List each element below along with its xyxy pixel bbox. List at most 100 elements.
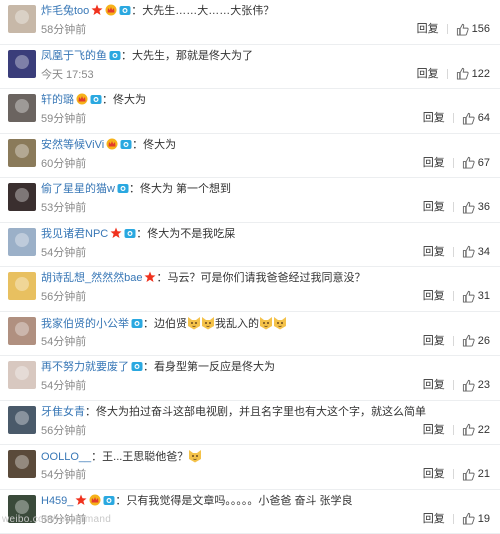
star-badge: [75, 494, 87, 506]
username-link[interactable]: H459_: [41, 495, 73, 507]
thumbs-up-icon: [462, 290, 475, 303]
username-link[interactable]: OOLLO__: [41, 451, 91, 463]
avatar[interactable]: [8, 272, 36, 300]
username-link[interactable]: 我家伯贤的小公举: [41, 318, 129, 330]
divider: [453, 469, 454, 479]
like-button[interactable]: 64: [462, 111, 490, 125]
comment-line: 我见诸君NPC ：佟大为不是我吃屎: [41, 227, 490, 241]
comment-text: ：大先生，那就是佟大为了: [121, 50, 253, 62]
like-count: 67: [478, 156, 490, 170]
avatar[interactable]: [8, 94, 36, 122]
username-link[interactable]: 炸毛兔too: [41, 5, 89, 17]
comment-text: ：只有我觉得是文章吗。。。。。小爸爸 奋斗 张学良: [115, 495, 352, 507]
comment-text: ：佟大为: [102, 94, 146, 106]
comment-text: ：看身型第一反应是佟大为: [143, 361, 275, 373]
comment-actions: 回复 67: [423, 156, 490, 170]
camera-badge: [120, 138, 132, 150]
like-button[interactable]: 23: [462, 378, 490, 392]
avatar[interactable]: [8, 361, 36, 389]
like-button[interactable]: 36: [462, 200, 490, 214]
like-button[interactable]: 34: [462, 245, 490, 259]
avatar[interactable]: [8, 406, 36, 434]
username-link[interactable]: 牙隹女青: [41, 406, 85, 418]
thumbs-up-icon: [462, 512, 475, 525]
thumbs-up-icon: [456, 23, 469, 36]
thumbs-up-icon: [462, 245, 475, 258]
like-button[interactable]: 67: [462, 156, 490, 170]
reply-button[interactable]: 回复: [423, 289, 445, 303]
avatar[interactable]: [8, 317, 36, 345]
comment-list: 炸毛兔too：大先生……大……大张伟？58分钟前回复156凤凰于飞的鱼：大先生，…: [0, 0, 500, 534]
comment-item: 我家伯贤的小公举：边伯贤我乱入的 54分钟前 回复 26: [0, 312, 500, 357]
avatar[interactable]: [8, 5, 36, 33]
divider: [453, 158, 454, 168]
like-count: 19: [478, 512, 490, 526]
vip-crown-badge: [89, 494, 101, 506]
reply-button[interactable]: 回复: [417, 22, 439, 36]
username-link[interactable]: 再不努力就要废了: [41, 361, 129, 373]
comment-line: 凤凰于飞的鱼 ：大先生，那就是佟大为了: [41, 49, 490, 63]
avatar[interactable]: [8, 183, 36, 211]
comment-line: 胡诗乱想_然然然bae ：马云？可是你们请我爸爸经过我同意没？: [41, 271, 490, 285]
reply-button[interactable]: 回复: [423, 156, 445, 170]
camera-badge: [90, 93, 102, 105]
reply-button[interactable]: 回复: [417, 67, 439, 81]
like-button[interactable]: 31: [462, 289, 490, 303]
comment-time: 54分钟前: [41, 335, 86, 349]
like-button[interactable]: 26: [462, 334, 490, 348]
avatar[interactable]: [8, 50, 36, 78]
comment-text-continued: 我乱入的: [215, 318, 259, 330]
like-button[interactable]: 21: [462, 467, 490, 481]
username-link[interactable]: 凤凰于飞的鱼: [41, 50, 107, 62]
comment-actions: 回复 64: [423, 111, 490, 125]
comment-text: ：佟大为不是我吃屎: [136, 228, 235, 240]
reply-button[interactable]: 回复: [423, 378, 445, 392]
reply-button[interactable]: 回复: [423, 111, 445, 125]
comment-actions: 回复 36: [423, 200, 490, 214]
comment-time: 58分钟前: [41, 23, 86, 37]
like-count: 22: [478, 423, 490, 437]
comment-line: 再不努力就要废了 ：看身型第一反应是佟大为: [41, 360, 490, 374]
comment-time: 60分钟前: [41, 157, 86, 171]
like-button[interactable]: 22: [462, 423, 490, 437]
username-link[interactable]: 偷了星星的猫w: [41, 183, 115, 195]
comment-actions: 回复 22: [423, 423, 490, 437]
comment-item: 牙隹女青：佟大为拍过奋斗这部电视剧，并且名字里也有大这个字，就这么简单 56分钟前…: [0, 401, 500, 446]
reply-button[interactable]: 回复: [423, 334, 445, 348]
like-button[interactable]: 19: [462, 512, 490, 526]
vip-crown-badge: [76, 93, 88, 105]
like-count: 34: [478, 245, 490, 259]
avatar[interactable]: [8, 450, 36, 478]
comment-line: H459_ ：只有我觉得是文章吗。。。。。小爸爸 奋斗 张学良: [41, 494, 490, 508]
comment-line: 偷了星星的猫w：佟大为 第一个想到: [41, 182, 490, 196]
avatar[interactable]: [8, 228, 36, 256]
comment-actions: 回复 23: [423, 378, 490, 392]
reply-button[interactable]: 回复: [423, 423, 445, 437]
thumbs-up-icon: [462, 112, 475, 125]
like-button[interactable]: 156: [456, 22, 490, 36]
username-link[interactable]: 我见诸君NPC: [41, 228, 108, 240]
reply-button[interactable]: 回复: [423, 512, 445, 526]
star-badge: [144, 271, 156, 283]
comment-line: 我家伯贤的小公举：边伯贤我乱入的: [41, 316, 490, 331]
comment-item: 我见诸君NPC：佟大为不是我吃屎54分钟前回复34: [0, 223, 500, 268]
comment-time: 56分钟前: [41, 290, 86, 304]
comment-text: ：佟大为拍过奋斗这部电视剧，并且名字里也有大这个字，就这么简单: [85, 406, 426, 418]
like-button[interactable]: 122: [456, 67, 490, 81]
cat-face-emoji-icon: [201, 316, 215, 330]
username-link[interactable]: 安然等候ViVi: [41, 139, 104, 151]
comment-text: ：马云？可是你们请我爸爸经过我同意没？: [156, 272, 365, 284]
username-link[interactable]: 胡诗乱想_然然然bae: [41, 272, 142, 284]
username-link[interactable]: 轩的璐: [41, 94, 74, 106]
reply-button[interactable]: 回复: [423, 467, 445, 481]
reply-button[interactable]: 回复: [423, 200, 445, 214]
comment-line: 安然等候ViVi：佟大为: [41, 138, 490, 152]
comment-time: 59分钟前: [41, 112, 86, 126]
avatar[interactable]: [8, 139, 36, 167]
cat-face-emoji-icon: [188, 449, 202, 463]
like-count: 122: [472, 67, 490, 81]
comment-text: ：大先生……大……大张伟？: [131, 5, 274, 17]
comment-time: 56分钟前: [41, 424, 86, 438]
thumbs-up-icon: [456, 67, 469, 80]
reply-button[interactable]: 回复: [423, 245, 445, 259]
